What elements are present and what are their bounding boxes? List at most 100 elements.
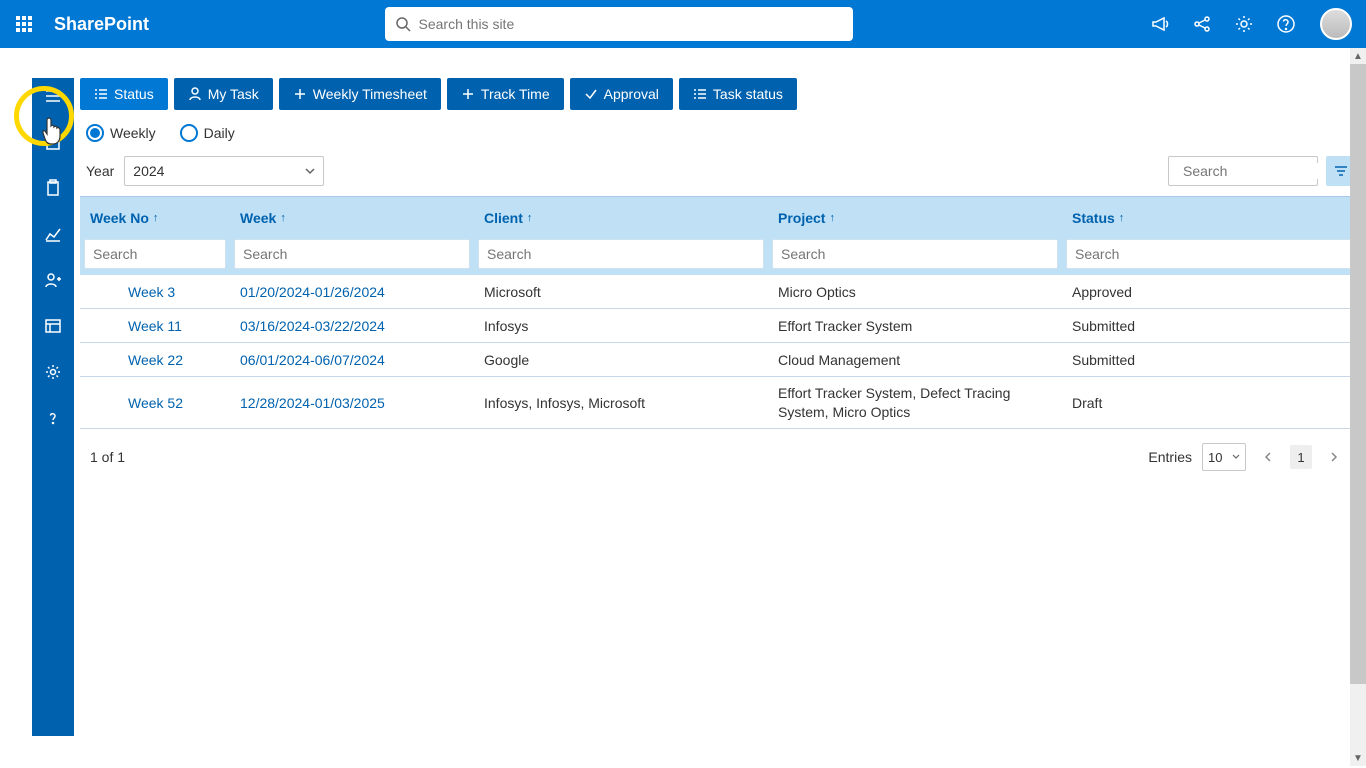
- user-avatar[interactable]: [1320, 8, 1352, 40]
- cell-week[interactable]: 03/16/2024-03/22/2024: [230, 318, 474, 334]
- cell-week-no[interactable]: Week 52: [80, 395, 230, 411]
- sidebar-people-icon[interactable]: [41, 268, 65, 292]
- sort-asc-icon: ↑: [829, 212, 835, 224]
- year-value: 2024: [133, 163, 164, 179]
- scroll-thumb[interactable]: [1350, 64, 1366, 684]
- cell-status: Approved: [1062, 284, 1356, 300]
- cell-project: Micro Optics: [768, 284, 1062, 300]
- site-search-input[interactable]: [419, 16, 843, 32]
- search-client[interactable]: [478, 239, 764, 269]
- cell-week[interactable]: 06/01/2024-06/07/2024: [230, 352, 474, 368]
- grid-toolbar-right: [1168, 156, 1356, 186]
- sidebar-layout-icon[interactable]: [41, 314, 65, 338]
- chevron-left-icon: [1263, 452, 1273, 462]
- prev-page-button[interactable]: [1256, 445, 1280, 469]
- table-row: Week 22 06/01/2024-06/07/2024 Google Clo…: [80, 343, 1356, 377]
- scrollbar[interactable]: ▲ ▼: [1350, 48, 1366, 766]
- year-select[interactable]: 2024: [124, 156, 324, 186]
- filter-icon: [1333, 163, 1349, 179]
- pager-summary: 1 of 1: [90, 449, 125, 465]
- search-week-no[interactable]: [84, 239, 226, 269]
- sidebar-home-icon[interactable]: [41, 130, 65, 154]
- status-label: Status: [114, 86, 154, 102]
- col-week-label: Week: [240, 210, 276, 226]
- list-icon: [94, 87, 108, 101]
- top-icons: [1148, 8, 1352, 40]
- col-week[interactable]: Week ↑: [230, 210, 474, 226]
- daily-label: Daily: [204, 125, 235, 141]
- radio-icon: [86, 124, 104, 142]
- search-wrap: [385, 7, 853, 41]
- share-icon[interactable]: [1190, 12, 1214, 36]
- my-task-label: My Task: [208, 86, 259, 102]
- cell-week-no[interactable]: Week 3: [80, 284, 230, 300]
- daily-radio[interactable]: Daily: [180, 124, 235, 142]
- help-icon[interactable]: [1274, 12, 1298, 36]
- scroll-up-icon[interactable]: ▲: [1350, 48, 1366, 64]
- cell-project: Effort Tracker System: [768, 318, 1062, 334]
- sort-asc-icon: ↑: [1119, 212, 1125, 224]
- person-icon: [188, 87, 202, 101]
- page-number[interactable]: 1: [1290, 445, 1312, 469]
- track-time-button[interactable]: Track Time: [447, 78, 564, 110]
- col-project-label: Project: [778, 210, 825, 226]
- sidebar-gear-icon[interactable]: [41, 360, 65, 384]
- task-status-label: Task status: [713, 86, 783, 102]
- my-task-button[interactable]: My Task: [174, 78, 273, 110]
- sidebar-clipboard-icon[interactable]: [41, 176, 65, 200]
- megaphone-icon[interactable]: [1148, 12, 1172, 36]
- grid-search[interactable]: [1168, 156, 1318, 186]
- col-status[interactable]: Status↑: [1062, 210, 1356, 226]
- search-icon: [395, 16, 411, 32]
- grid-header: Week No↑ Week↑ Client↑ Project↑ Status↑: [80, 197, 1356, 239]
- weekly-label: Weekly: [110, 125, 156, 141]
- weekly-timesheet-label: Weekly Timesheet: [313, 86, 427, 102]
- scroll-down-icon[interactable]: ▼: [1350, 750, 1366, 766]
- search-status[interactable]: [1066, 239, 1352, 269]
- view-toggle: Weekly Daily: [80, 124, 1356, 142]
- task-status-button[interactable]: Task status: [679, 78, 797, 110]
- cell-project: Cloud Management: [768, 352, 1062, 368]
- sidebar-help-icon[interactable]: [41, 406, 65, 430]
- cell-client: Infosys, Infosys, Microsoft: [474, 395, 768, 411]
- cell-week-no[interactable]: Week 22: [80, 352, 230, 368]
- approval-label: Approval: [604, 86, 659, 102]
- cell-project: Effort Tracker System, Defect Tracing Sy…: [768, 384, 1062, 420]
- table-row: Week 52 12/28/2024-01/03/2025 Infosys, I…: [80, 377, 1356, 429]
- col-project[interactable]: Project ↑: [768, 210, 1062, 226]
- entries-label: Entries: [1148, 449, 1192, 465]
- track-time-label: Track Time: [481, 86, 550, 102]
- sort-asc-icon: ↑: [280, 212, 286, 224]
- pager: 1 of 1 Entries 10 1: [80, 429, 1356, 485]
- status-button[interactable]: Status: [80, 78, 168, 110]
- col-client[interactable]: Client↑: [474, 210, 768, 226]
- chevron-right-icon: [1329, 452, 1339, 462]
- next-page-button[interactable]: [1322, 445, 1346, 469]
- weekly-timesheet-button[interactable]: Weekly Timesheet: [279, 78, 441, 110]
- radio-icon: [180, 124, 198, 142]
- col-week-no[interactable]: Week No↑: [80, 210, 230, 226]
- app-launcher-icon[interactable]: [8, 8, 40, 40]
- cell-status: Submitted: [1062, 352, 1356, 368]
- chevron-down-icon: [1232, 453, 1240, 461]
- sidebar: [32, 78, 74, 736]
- weekly-radio[interactable]: Weekly: [86, 124, 156, 142]
- cell-week[interactable]: 12/28/2024-01/03/2025: [230, 395, 474, 411]
- cell-week[interactable]: 01/20/2024-01/26/2024: [230, 284, 474, 300]
- body: Status My Task Weekly Timesheet Track Ti…: [0, 48, 1366, 766]
- check-icon: [584, 87, 598, 101]
- search-project[interactable]: [772, 239, 1058, 269]
- sidebar-chart-icon[interactable]: [41, 222, 65, 246]
- chevron-down-icon: [305, 166, 315, 176]
- search-week[interactable]: [234, 239, 470, 269]
- settings-icon[interactable]: [1232, 12, 1256, 36]
- page-size-select[interactable]: 10: [1202, 443, 1246, 471]
- cell-status: Draft: [1062, 395, 1356, 411]
- site-search[interactable]: [385, 7, 853, 41]
- cell-week-no[interactable]: Week 11: [80, 318, 230, 334]
- table-row: Week 11 03/16/2024-03/22/2024 Infosys Ef…: [80, 309, 1356, 343]
- approval-button[interactable]: Approval: [570, 78, 673, 110]
- col-week-no-label: Week No: [90, 210, 149, 226]
- year-row: Year 2024: [80, 156, 1356, 186]
- sidebar-menu-icon[interactable]: [41, 84, 65, 108]
